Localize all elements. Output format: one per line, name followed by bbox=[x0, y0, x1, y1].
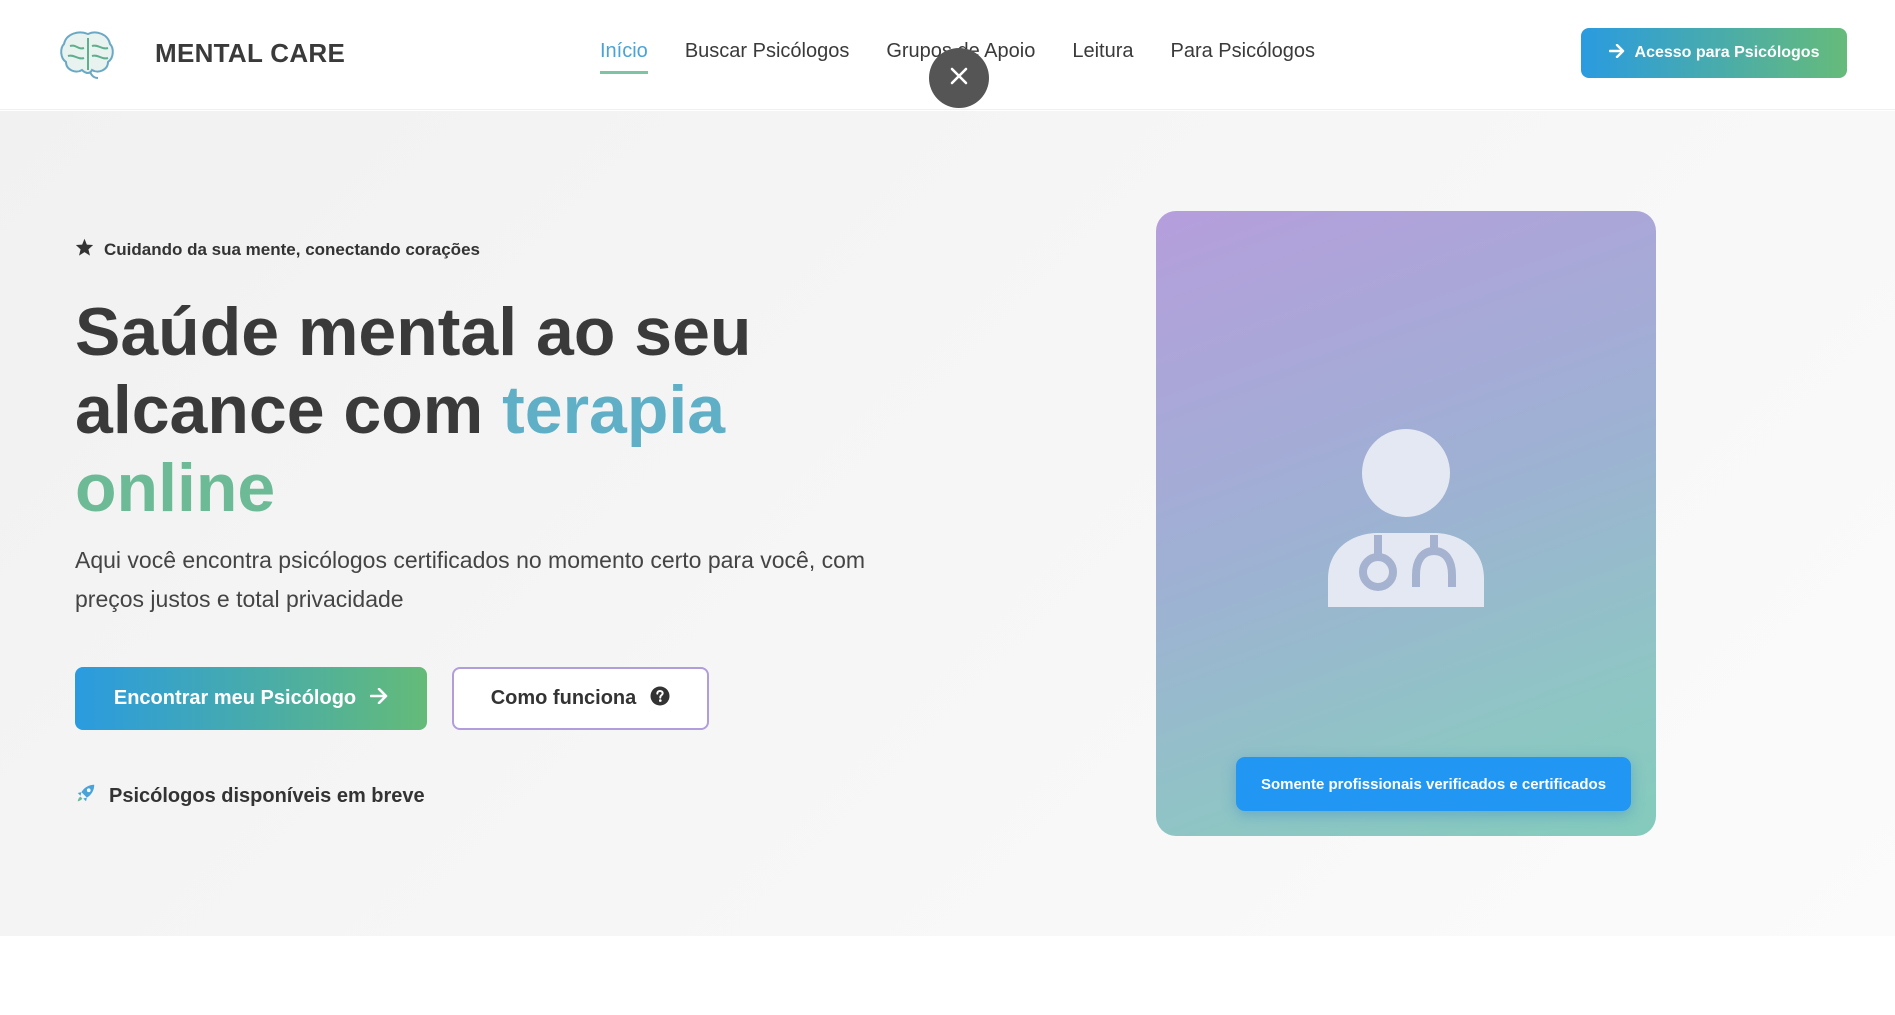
psychologist-access-button[interactable]: Acesso para Psicólogos bbox=[1581, 28, 1847, 78]
arrow-right-icon bbox=[1608, 43, 1625, 63]
brain-logo-icon[interactable] bbox=[58, 28, 118, 80]
close-icon bbox=[949, 66, 969, 91]
nav-link-para-psicologos[interactable]: Para Psicólogos bbox=[1171, 40, 1316, 74]
nav-link-leitura[interactable]: Leitura bbox=[1072, 40, 1133, 74]
how-it-works-button[interactable]: Como funciona bbox=[452, 667, 709, 730]
star-icon bbox=[75, 238, 94, 261]
availability-note: Psicólogos disponíveis em breve bbox=[75, 782, 425, 810]
nav-link-inicio[interactable]: Início bbox=[600, 40, 648, 74]
rocket-icon bbox=[75, 782, 97, 810]
question-circle-icon bbox=[650, 686, 670, 712]
availability-note-text: Psicólogos disponíveis em breve bbox=[109, 784, 425, 807]
hero-tagline-text: Cuidando da sua mente, conectando coraçõ… bbox=[104, 239, 480, 259]
hero-image-card: Somente profissionais verificados e cert… bbox=[1156, 211, 1656, 836]
psychologist-access-label: Acesso para Psicólogos bbox=[1634, 44, 1820, 61]
close-button[interactable] bbox=[929, 48, 989, 108]
arrow-right-icon bbox=[369, 687, 388, 710]
how-it-works-label: Como funciona bbox=[490, 687, 637, 709]
hero-headline: Saúde mental ao seu alcance com terapia o… bbox=[75, 293, 875, 527]
doctor-icon bbox=[1328, 429, 1484, 607]
brand-name[interactable]: MENTAL CARE bbox=[155, 38, 345, 69]
verified-professionals-badge: Somente profissionais verificados e cert… bbox=[1236, 757, 1631, 811]
hero-section: Cuidando da sua mente, conectando coraçõ… bbox=[0, 111, 1895, 936]
headline-highlight-online: online bbox=[75, 450, 276, 526]
hero-tagline: Cuidando da sua mente, conectando coraçõ… bbox=[75, 238, 480, 261]
nav-link-buscar-psicologos[interactable]: Buscar Psicólogos bbox=[685, 40, 850, 74]
find-psychologist-label: Encontrar meu Psicólogo bbox=[113, 687, 357, 709]
headline-highlight-terapia: terapia bbox=[502, 372, 726, 448]
find-psychologist-button[interactable]: Encontrar meu Psicólogo bbox=[75, 667, 427, 730]
hero-subtext: Aqui você encontra psicólogos certificad… bbox=[75, 547, 866, 612]
